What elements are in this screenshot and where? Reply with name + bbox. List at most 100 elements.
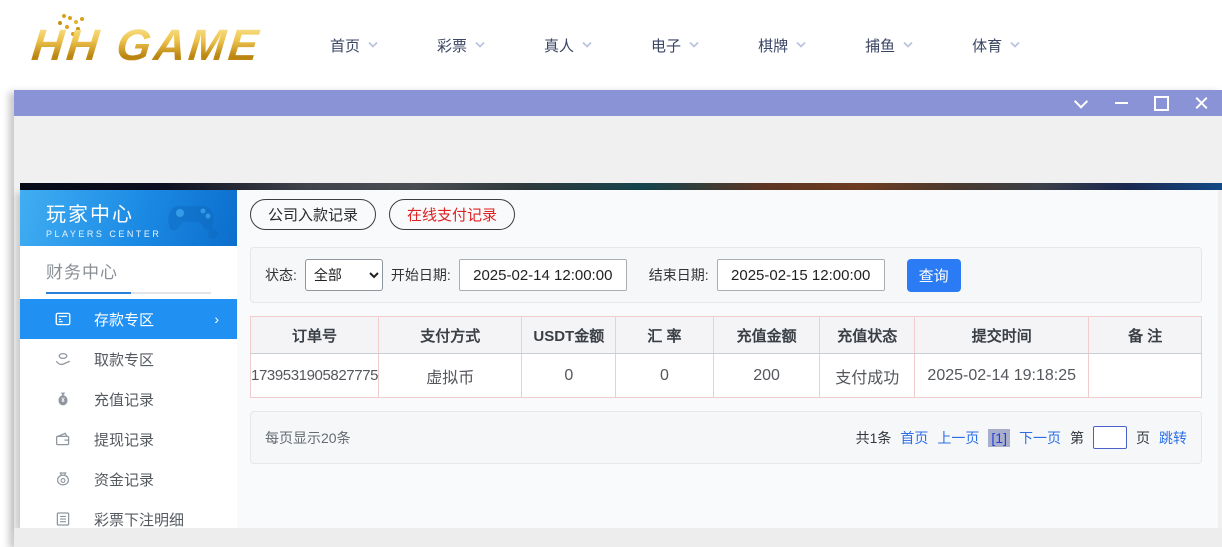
sidebar-item-withdrawal-records[interactable]: 提现记录 bbox=[20, 419, 237, 459]
money-pouch-icon bbox=[56, 472, 70, 486]
screen: HH GAME 首页 彩票 真人 电子 棋牌 捕鱼 体育 玩家中心 PLAYER… bbox=[0, 0, 1222, 547]
logo-text: HH GAME bbox=[15, 21, 263, 71]
chevron-down-icon bbox=[1010, 41, 1020, 48]
cell-submit-time: 2025-02-14 19:18:25 bbox=[913, 353, 1090, 398]
end-date-label: 结束日期: bbox=[648, 267, 709, 283]
deposit-card-icon bbox=[55, 312, 71, 326]
content-area: 公司入款记录 在线支付记录 状态: 全部 开始日期: 结束日期: 查询 订单号 bbox=[237, 190, 1218, 528]
first-page-link[interactable]: 首页 bbox=[900, 428, 928, 448]
cell-exchange-rate: 0 bbox=[615, 353, 714, 398]
chevron-down-icon bbox=[475, 41, 485, 48]
window-chevron-down-icon[interactable] bbox=[1070, 93, 1092, 113]
wallet-icon bbox=[55, 432, 70, 446]
sidebar-item-label: 取款专区 bbox=[94, 351, 155, 369]
jump-prefix-label: 第 bbox=[1070, 429, 1084, 446]
cell-payment-method: 虚拟币 bbox=[378, 353, 523, 398]
nav-item-home[interactable]: 首页 bbox=[330, 35, 379, 56]
pagination-controls: 共1条 首页 上一页 [1] 下一页 第 页 跳转 bbox=[856, 426, 1187, 449]
nav-item-label: 首页 bbox=[330, 37, 361, 55]
sidebar-banner: 玩家中心 PLAYERS CENTER bbox=[20, 190, 237, 246]
chevron-down-icon bbox=[903, 41, 913, 48]
query-button[interactable]: 查询 bbox=[906, 258, 961, 292]
col-remark: 备 注 bbox=[1088, 316, 1202, 354]
nav-item-board-games[interactable]: 棋牌 bbox=[758, 35, 807, 56]
status-label: 状态: bbox=[265, 267, 297, 283]
nav-item-label: 棋牌 bbox=[758, 37, 789, 55]
chevron-down-icon bbox=[368, 41, 378, 48]
next-page-link[interactable]: 下一页 bbox=[1019, 428, 1061, 448]
window-minimize-icon[interactable] bbox=[1110, 93, 1132, 113]
sidebar-item-deposit-zone[interactable]: 存款专区 › bbox=[20, 299, 237, 339]
col-exchange-rate: 汇 率 bbox=[615, 316, 714, 354]
record-tabs: 公司入款记录 在线支付记录 bbox=[250, 199, 1202, 230]
gamepad-icon bbox=[168, 206, 218, 239]
jump-button[interactable]: 跳转 bbox=[1159, 428, 1187, 448]
sidebar-item-withdraw-zone[interactable]: 取款专区 bbox=[20, 339, 237, 379]
brand-header: HH GAME 首页 彩票 真人 电子 棋牌 捕鱼 体育 bbox=[0, 0, 1222, 90]
nav-item-label: 真人 bbox=[544, 37, 575, 55]
tab-online-payment-records[interactable]: 在线支付记录 bbox=[389, 199, 516, 230]
hand-coin-icon bbox=[55, 352, 71, 366]
nav-item-label: 体育 bbox=[972, 37, 1003, 55]
nav-item-slots[interactable]: 电子 bbox=[651, 35, 700, 56]
cell-recharge-amount: 200 bbox=[712, 353, 821, 398]
sidebar-item-label: 充值记录 bbox=[94, 391, 155, 409]
col-usdt-amount: USDT金额 bbox=[521, 316, 617, 354]
page-size-text: 每页显示20条 bbox=[265, 429, 351, 446]
window-controls bbox=[1070, 90, 1212, 116]
window-titlebar bbox=[14, 90, 1222, 116]
nav-item-label: 彩票 bbox=[437, 37, 468, 55]
nav-item-lottery[interactable]: 彩票 bbox=[437, 35, 486, 56]
prev-page-link[interactable]: 上一页 bbox=[937, 428, 979, 448]
nav-item-live[interactable]: 真人 bbox=[544, 35, 593, 56]
jump-suffix-label: 页 bbox=[1136, 429, 1150, 446]
tab-company-deposit-records[interactable]: 公司入款记录 bbox=[250, 199, 377, 230]
sidebar: 玩家中心 PLAYERS CENTER 财务中心 存款专区 › 取款专区 ¥ 充… bbox=[20, 190, 237, 529]
window-close-icon[interactable] bbox=[1190, 93, 1212, 113]
cell-remark bbox=[1088, 353, 1202, 398]
nav-item-sports[interactable]: 体育 bbox=[972, 35, 1021, 56]
decor-banner-strip bbox=[20, 183, 1222, 190]
sidebar-item-funds-records[interactable]: 资金记录 bbox=[20, 459, 237, 499]
sidebar-menu: 存款专区 › 取款专区 ¥ 充值记录 提现记录 资金记录 彩票下注明细 bbox=[20, 299, 237, 539]
col-recharge-status: 充值状态 bbox=[819, 316, 915, 354]
sidebar-item-label: 资金记录 bbox=[94, 471, 155, 489]
status-select[interactable]: 全部 bbox=[304, 259, 383, 291]
col-payment-method: 支付方式 bbox=[378, 316, 523, 354]
table-header-row: 订单号 支付方式 USDT金额 汇 率 充值金额 充值状态 提交时间 备 注 bbox=[249, 316, 1202, 354]
sidebar-item-label: 提现记录 bbox=[94, 431, 155, 449]
start-date-label: 开始日期: bbox=[390, 267, 451, 283]
chevron-down-icon bbox=[796, 41, 806, 48]
filter-panel: 状态: 全部 开始日期: 结束日期: 查询 bbox=[250, 247, 1202, 303]
sidebar-section: 财务中心 bbox=[20, 246, 237, 294]
current-page-badge: [1] bbox=[988, 428, 1010, 447]
col-order-no: 订单号 bbox=[249, 316, 380, 354]
logo-sparkle-icon bbox=[62, 14, 66, 18]
cell-usdt-amount: 0 bbox=[521, 353, 617, 398]
col-recharge-amount: 充值金额 bbox=[712, 316, 821, 354]
window-maximize-icon[interactable] bbox=[1150, 93, 1172, 113]
nav-item-fishing[interactable]: 捕鱼 bbox=[865, 35, 914, 56]
sidebar-section-underline bbox=[46, 292, 211, 294]
money-bag-icon: ¥ bbox=[58, 392, 68, 406]
document-list-icon bbox=[56, 512, 70, 526]
main-panel: 玩家中心 PLAYERS CENTER 财务中心 存款专区 › 取款专区 ¥ 充… bbox=[20, 190, 1218, 529]
sidebar-item-label: 彩票下注明细 bbox=[94, 511, 185, 529]
chevron-down-icon bbox=[689, 41, 699, 48]
brand-logo[interactable]: HH GAME bbox=[15, 10, 263, 82]
chevron-down-icon bbox=[582, 41, 592, 48]
total-count-text: 共1条 bbox=[855, 429, 892, 446]
pagination-panel: 每页显示20条 共1条 首页 上一页 [1] 下一页 第 页 跳转 bbox=[250, 411, 1202, 464]
records-table: 订单号 支付方式 USDT金额 汇 率 充值金额 充值状态 提交时间 备 注 1… bbox=[249, 316, 1202, 398]
table-row: 1739531905827775 虚拟币 0 0 200 支付成功 2025-0… bbox=[249, 353, 1202, 398]
main-nav: 首页 彩票 真人 电子 棋牌 捕鱼 体育 bbox=[330, 0, 1021, 90]
page-jump-input[interactable] bbox=[1093, 426, 1127, 449]
end-date-input[interactable] bbox=[716, 259, 885, 291]
sidebar-item-recharge-records[interactable]: ¥ 充值记录 bbox=[20, 379, 237, 419]
chevron-right-icon: › bbox=[214, 311, 219, 327]
sidebar-item-label: 存款专区 bbox=[94, 311, 155, 329]
nav-item-label: 电子 bbox=[651, 37, 682, 55]
cell-recharge-status: 支付成功 bbox=[819, 353, 915, 398]
start-date-input[interactable] bbox=[458, 259, 627, 291]
window-footer-strip bbox=[14, 528, 1222, 547]
